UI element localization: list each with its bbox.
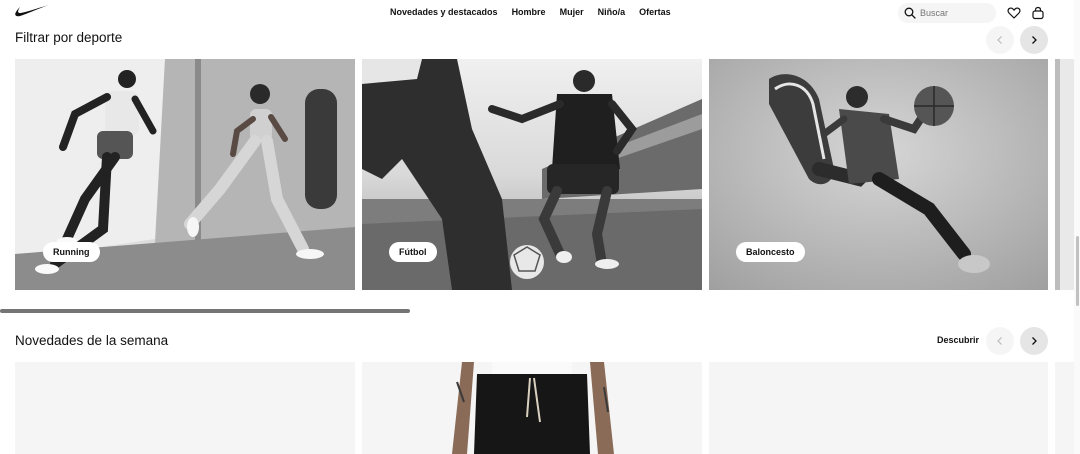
discover-link[interactable]: Descubrir [937,335,979,345]
product-card[interactable] [709,362,1048,454]
carousel-prev-button[interactable] [986,26,1014,54]
search-box[interactable] [898,3,996,23]
main-nav: Novedades y destacados Hombre Mujer Niño… [390,7,671,17]
carousel-next-button[interactable] [1020,327,1048,355]
carousel-scrollbar[interactable] [0,309,410,313]
sport-card-football[interactable]: Fútbol [362,59,702,290]
product-card[interactable] [362,362,702,454]
heart-icon[interactable] [1007,6,1021,20]
nike-swoosh-logo[interactable] [14,4,50,18]
search-input[interactable] [920,8,990,18]
sport-card-basketball[interactable]: Baloncesto [709,59,1048,290]
page-scrollbar[interactable] [1074,0,1080,454]
section-title-new: Novedades de la semana [15,333,169,348]
nav-item-hombre[interactable]: Hombre [512,7,546,17]
carousel-prev-button[interactable] [986,327,1014,355]
carousel-next-button[interactable] [1020,26,1048,54]
sport-card-label: Baloncesto [736,242,805,262]
sport-card-label: Fútbol [389,242,437,262]
product-photo-shorts [452,362,614,454]
nav-item-mujer[interactable]: Mujer [560,7,584,17]
chevron-right-icon [1032,36,1037,44]
nav-item-nino[interactable]: Niño/a [598,7,626,17]
section-title-sports: Filtrar por deporte [15,30,123,45]
chevron-right-icon [1032,337,1037,345]
site-header: Novedades y destacados Hombre Mujer Niño… [0,0,1080,26]
search-icon [904,7,916,19]
chevron-left-icon [997,337,1002,345]
product-card[interactable] [15,362,355,454]
sport-card-label: Running [43,242,100,262]
sport-card-running[interactable]: Running [15,59,355,290]
page-scrollbar-thumb[interactable] [1076,236,1079,306]
bag-icon[interactable] [1031,6,1045,20]
chevron-left-icon [997,36,1002,44]
nav-item-ofertas[interactable]: Ofertas [639,7,671,17]
nav-item-novedades[interactable]: Novedades y destacados [390,7,498,17]
